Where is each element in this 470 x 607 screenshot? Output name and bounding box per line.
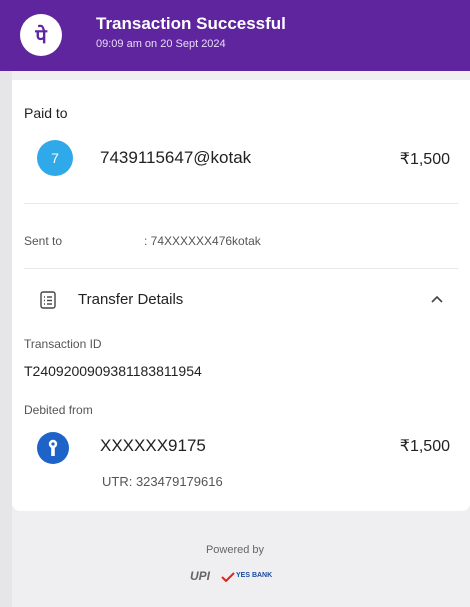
paid-amount: ₹1,500	[399, 151, 450, 168]
paid-to-label: Paid to	[24, 105, 68, 121]
transfer-details-title[interactable]: Transfer Details	[78, 291, 183, 308]
yes-bank-check-icon	[221, 572, 235, 582]
chevron-up-icon[interactable]	[430, 294, 444, 304]
transaction-header: पे Transaction Successful 09:09 am on 20…	[0, 0, 470, 71]
upi-logo-text: UPI	[190, 569, 211, 583]
transaction-id-value[interactable]: T2409200909381183811954	[24, 363, 202, 379]
powered-by-label: Powered by	[205, 544, 265, 556]
debited-amount: ₹1,500	[399, 438, 450, 455]
debit-account-number: XXXXXX9175	[100, 436, 206, 455]
divider	[24, 203, 458, 204]
transaction-timestamp: 09:09 am on 20 Sept 2024	[96, 38, 226, 50]
upi-yes-bank-logo: UPI YES BANK	[190, 569, 290, 585]
document-list-icon	[40, 291, 56, 309]
payee-avatar: 7	[37, 140, 73, 176]
phonepe-logo-glyph: पे	[34, 24, 48, 48]
side-shade	[0, 71, 12, 607]
utr-number[interactable]: UTR: 323479179616	[102, 474, 223, 489]
page-title: Transaction Successful	[96, 14, 286, 33]
divider	[24, 268, 458, 269]
transaction-card: Paid to 7 7439115647@kotak ₹1,500 Sent t…	[12, 80, 470, 511]
yes-bank-logo-text: YES BANK	[236, 572, 273, 579]
bank-icon	[37, 432, 69, 464]
payee-vpa[interactable]: 7439115647@kotak	[100, 148, 251, 168]
phonepe-logo: पे	[20, 14, 62, 56]
transaction-id-label: Transaction ID	[24, 337, 102, 351]
sent-to-value: : 74XXXXXX476kotak	[144, 234, 261, 248]
debited-from-label: Debited from	[24, 403, 93, 417]
sent-to-label: Sent to	[24, 234, 63, 248]
